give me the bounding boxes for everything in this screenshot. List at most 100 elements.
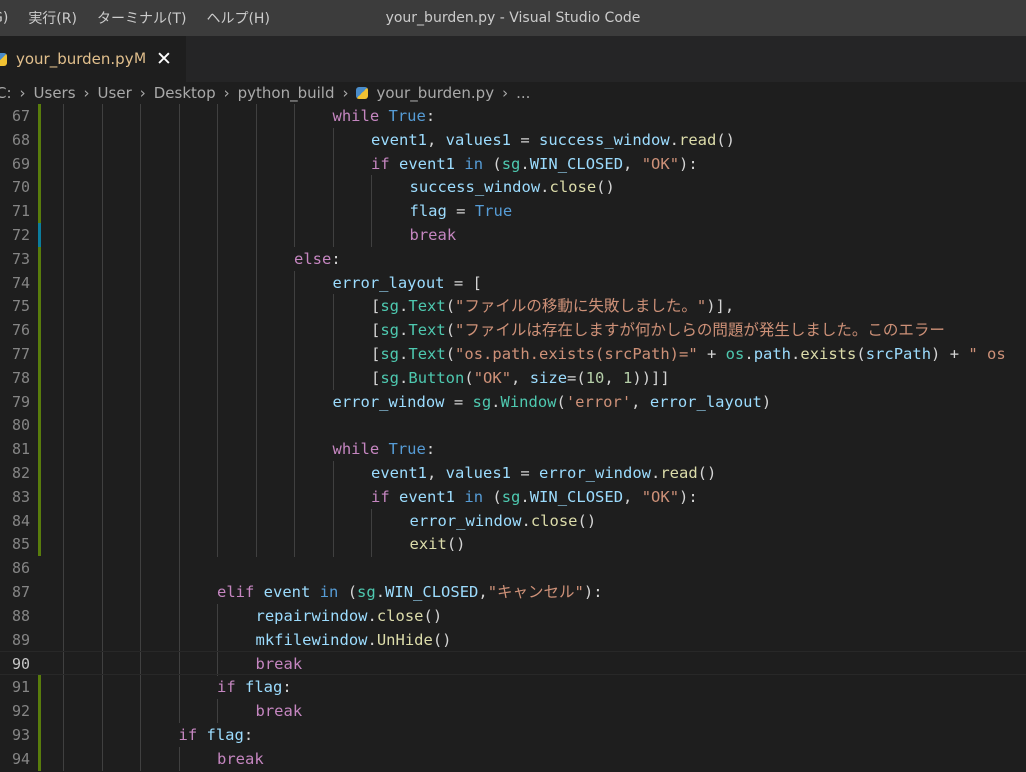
git-change-marker[interactable] (38, 365, 41, 390)
code-line[interactable]: 67 while True: (0, 104, 1026, 128)
code-token: . (367, 630, 377, 649)
breadcrumb-users[interactable]: Users (34, 84, 76, 102)
code-line[interactable]: 94 break (0, 746, 1026, 771)
code-line[interactable]: 71 flag = True (0, 199, 1026, 224)
close-tab-icon[interactable]: ✕ (156, 36, 172, 82)
chevron-right-icon: › (342, 84, 349, 102)
git-change-marker[interactable] (38, 461, 41, 485)
code-line[interactable]: 73 else: (0, 246, 1026, 271)
code-line[interactable]: 92 break (0, 699, 1026, 723)
breadcrumb-symbols[interactable]: ... (516, 84, 530, 102)
code-line[interactable]: 85 exit() (0, 532, 1026, 557)
git-change-marker[interactable] (38, 699, 41, 723)
code-line[interactable]: 72 break (0, 223, 1026, 247)
code-text: event1, values1 = success_window.read() (371, 128, 735, 152)
code-token: : (425, 107, 436, 125)
code-token: , (478, 583, 488, 601)
code-line[interactable]: 88 repairwindow.close() (0, 604, 1026, 628)
code-token: srcPath (865, 345, 932, 363)
code-token: success_window (539, 130, 670, 149)
code-text: break (217, 747, 264, 771)
code-token: 10 (585, 368, 605, 387)
code-token: . (399, 345, 409, 363)
git-change-marker[interactable] (38, 342, 41, 366)
code-line[interactable]: 74 error_layout = [ (0, 270, 1026, 295)
code-editor[interactable]: 67 while True: 68 event1, values1 = success… (0, 104, 1026, 772)
code-token: flag (409, 202, 447, 221)
code-token: in (319, 583, 339, 601)
line-number: 82 (11, 464, 30, 482)
code-line[interactable]: 86 (0, 556, 1026, 580)
code-token: if (371, 154, 390, 173)
code-token: = (444, 392, 473, 411)
tab-bar: your_burden.py M ✕ (0, 36, 1026, 82)
code-token: error_layout (332, 273, 445, 292)
code-token: . (669, 130, 679, 149)
code-line[interactable]: 93 if flag: (0, 722, 1026, 747)
git-change-marker[interactable] (38, 437, 41, 462)
git-change-marker[interactable] (38, 246, 41, 271)
code-token: event (263, 583, 311, 601)
code-line[interactable]: 69 if event1 in (sg.WIN_CLOSED, "OK"): (0, 151, 1026, 176)
code-line[interactable]: 82 event1, values1 = error_window.read() (0, 461, 1026, 485)
git-change-marker[interactable] (38, 532, 41, 557)
code-token: break (255, 655, 303, 674)
code-line[interactable]: 83 if event1 in (sg.WIN_CLOSED, "OK"): (0, 484, 1026, 509)
git-change-marker[interactable] (38, 722, 41, 747)
git-change-marker[interactable] (38, 175, 41, 200)
code-line[interactable]: 70 success_window.close() (0, 175, 1026, 200)
breadcrumb-desktop[interactable]: Desktop (154, 84, 216, 102)
git-change-marker[interactable] (38, 675, 41, 700)
git-change-marker[interactable] (38, 484, 41, 509)
code-token: ): (583, 583, 603, 601)
git-change-marker[interactable] (38, 508, 41, 533)
code-text: elif event in (sg.WIN_CLOSED,"キャンセル"): (217, 580, 603, 604)
breadcrumb-file[interactable]: your_burden.py (376, 84, 494, 102)
code-text: error_layout = [ (333, 271, 482, 295)
code-token: exit (409, 535, 447, 554)
git-change-marker[interactable] (38, 294, 41, 319)
code-token: ( (483, 154, 502, 173)
git-change-marker[interactable] (38, 199, 41, 224)
git-change-marker[interactable] (38, 223, 41, 247)
code-line[interactable]: 91 if flag: (0, 675, 1026, 700)
code-token: flag (206, 725, 244, 744)
code-token: "os.path.exists(srcPath)=" (455, 345, 698, 363)
breadcrumb-user[interactable]: User (98, 84, 132, 102)
git-change-marker[interactable] (38, 389, 41, 414)
code-line[interactable]: 75 [sg.Text("ファイルの移動に失敗しました。")], (0, 294, 1026, 319)
git-change-marker[interactable] (38, 104, 41, 128)
code-line[interactable]: 87 elif event in (sg.WIN_CLOSED,"キャンセル"): (0, 580, 1026, 604)
code-line[interactable]: 77 [sg.Text("os.path.exists(srcPath)=" + … (0, 342, 1026, 366)
tab-your-burden[interactable]: your_burden.py M ✕ (0, 36, 186, 82)
code-line[interactable]: 78 [sg.Button("OK", size=(10, 1))]] (0, 365, 1026, 390)
git-change-marker[interactable] (38, 127, 41, 152)
line-number: 93 (11, 725, 30, 744)
code-line[interactable]: 90 break (0, 651, 1026, 676)
code-line[interactable]: 80 (0, 413, 1026, 438)
code-token: read (660, 464, 698, 482)
breadcrumb: C: › Users › User › Desktop › python_bui… (0, 82, 1026, 104)
code-token: , (623, 487, 642, 506)
breadcrumb-drive[interactable]: C: (0, 84, 12, 102)
code-token: error_layout (649, 392, 762, 411)
line-number: 70 (11, 178, 30, 197)
code-text: repairwindow.close() (256, 604, 443, 628)
code-line[interactable]: 81 while True: (0, 437, 1026, 462)
line-number: 90 (11, 655, 30, 674)
code-line[interactable]: 79 error_window = sg.Window('error', erro… (0, 389, 1026, 414)
code-line[interactable]: 84 error_window.close() (0, 508, 1026, 533)
code-line[interactable]: 68 event1, values1 = success_window.read(… (0, 127, 1026, 152)
git-change-marker[interactable] (38, 746, 41, 771)
git-change-marker[interactable] (38, 318, 41, 343)
code-token: sg (380, 368, 400, 387)
breadcrumb-folder[interactable]: python_build (238, 84, 335, 102)
git-change-marker[interactable] (38, 413, 41, 438)
code-line[interactable]: 89 mkfilewindow.UnHide() (0, 628, 1026, 652)
git-change-marker[interactable] (38, 270, 41, 295)
code-line[interactable]: 76 [sg.Text("ファイルは存在しますが何かしらの問題が発生しました。この… (0, 318, 1026, 343)
git-change-marker[interactable] (38, 151, 41, 176)
